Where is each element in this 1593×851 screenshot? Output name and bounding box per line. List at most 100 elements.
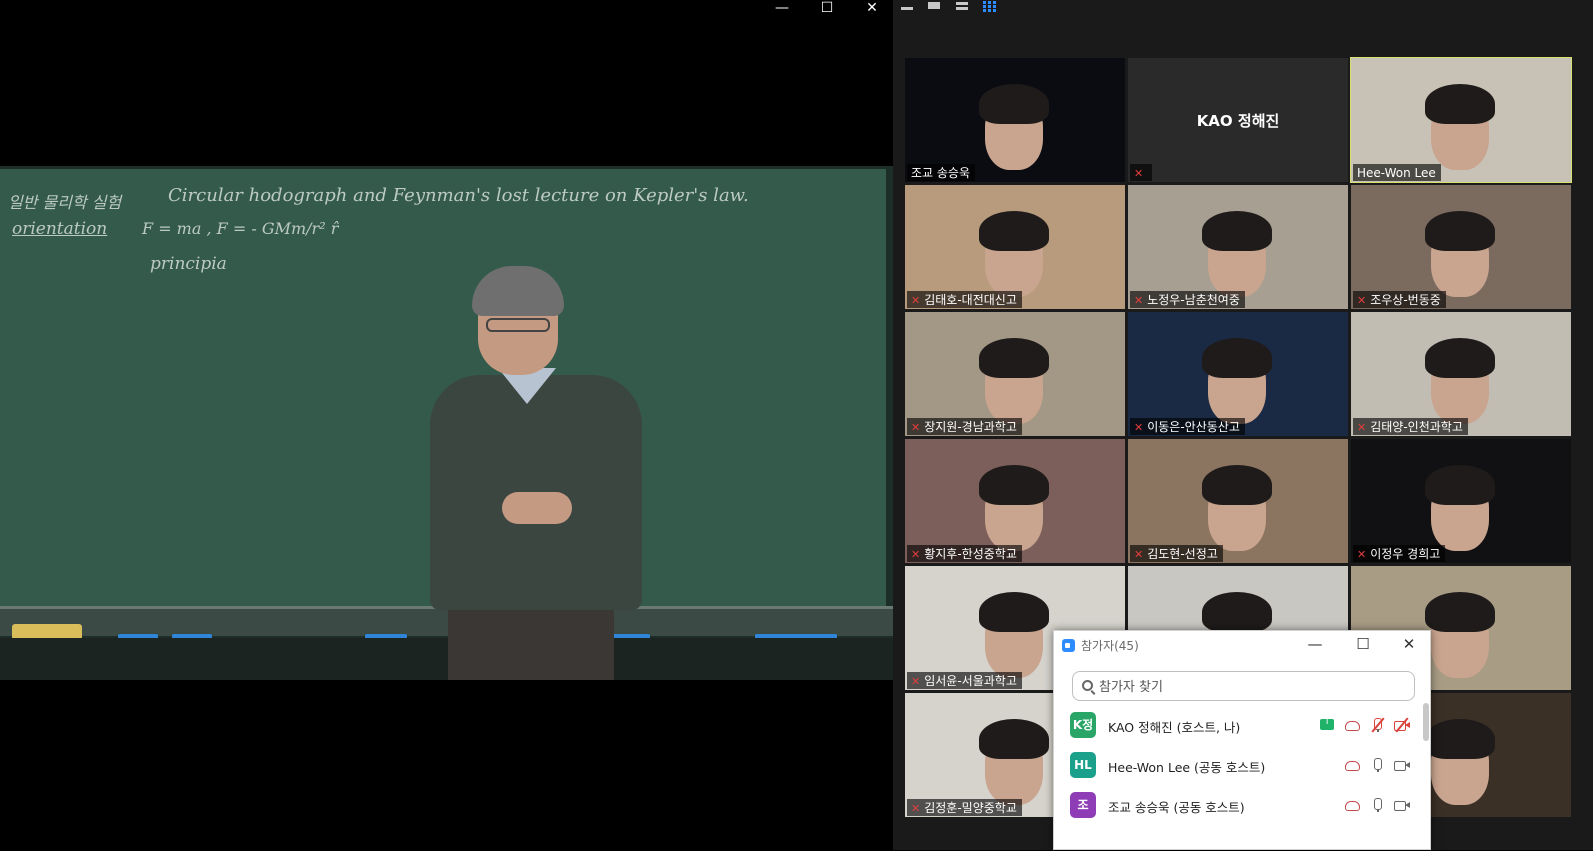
participant-search xyxy=(1072,671,1415,701)
camera-icon[interactable] xyxy=(1394,757,1410,773)
participant-hair xyxy=(979,84,1049,124)
chalk-course-title: 일반 물리학 실험 xyxy=(8,193,122,212)
participant-video-tile[interactable]: ✕ 노정우-남춘천여중 xyxy=(1128,185,1348,309)
zoom-logo-icon xyxy=(1062,639,1075,652)
panel-minimize-button[interactable]: — xyxy=(1304,634,1326,654)
tile-name-label: ✕ 이정우 경희고 xyxy=(1353,545,1446,562)
participant-hair xyxy=(979,211,1049,251)
participant-hair xyxy=(979,465,1049,505)
minimize-button[interactable]: — xyxy=(775,0,789,18)
minimize-icon: — xyxy=(1307,635,1323,653)
mic-icon[interactable] xyxy=(1370,757,1386,773)
maximize-button[interactable]: ☐ xyxy=(819,0,835,18)
participant-hair xyxy=(979,338,1049,378)
participant-video-tile[interactable]: KAO 정해진 ✕ xyxy=(1128,58,1348,182)
participant-row[interactable]: HL Hee-Won Lee (공동 호스트) xyxy=(1054,746,1424,786)
filmstrip-view-icon[interactable] xyxy=(926,1,942,13)
participant-search-input[interactable] xyxy=(1099,677,1399,697)
muted-mic-icon: ✕ xyxy=(911,548,921,561)
share-screen-icon[interactable] xyxy=(1320,716,1334,730)
tile-name-label: ✕ 임서윤-서울과학고 xyxy=(907,672,1022,689)
participant-hair xyxy=(1425,719,1495,759)
participant-video-tile[interactable]: ✕ 이동은-안산동산고 xyxy=(1128,312,1348,436)
tile-name-label: Hee-Won Lee xyxy=(1353,164,1441,181)
participant-name: Hee-Won Lee (공동 호스트) xyxy=(1108,760,1266,775)
participants-titlebar[interactable]: 참가자(45) — ☐ ✕ xyxy=(1054,631,1430,659)
tile-center-name: KAO 정해진 xyxy=(1196,111,1280,130)
mic-muted-icon[interactable] xyxy=(1370,717,1386,733)
mic-icon[interactable] xyxy=(1370,797,1386,813)
tile-name-label: ✕ 김정훈-밀양중학교 xyxy=(907,799,1022,816)
avatar: HL xyxy=(1070,752,1096,778)
participant-hair xyxy=(1425,84,1495,124)
participant-list: K정 KAO 정해진 (호스트, 나) HL Hee-Won Lee (공동 호스트)… xyxy=(1054,706,1424,851)
participant-hair xyxy=(1425,465,1495,505)
participant-video-tile[interactable]: ✕ 이정우 경희고 xyxy=(1351,439,1571,563)
participant-hair xyxy=(1425,338,1495,378)
participant-row[interactable]: K정 KAO 정해진 (호스트, 나) xyxy=(1054,706,1424,746)
close-icon: ✕ xyxy=(866,0,878,16)
muted-mic-icon: ✕ xyxy=(1134,294,1144,307)
chalk-orientation: orientation xyxy=(12,219,108,239)
participant-video-tile[interactable]: ✕ 황지후-한성중학교 xyxy=(905,439,1125,563)
tile-name-label: ✕ 이동은-안산동산고 xyxy=(1130,418,1245,435)
participant-video-tile[interactable]: 조교 송승욱 xyxy=(905,58,1125,182)
participant-video-tile[interactable]: ✕ 김태호-대전대신고 xyxy=(905,185,1125,309)
participants-title: 참가자(45) xyxy=(1081,639,1139,653)
panel-maximize-button[interactable]: ☐ xyxy=(1352,634,1374,654)
lecturer-legs xyxy=(448,600,614,680)
participant-video-tile[interactable]: Hee-Won Lee xyxy=(1350,57,1572,183)
minimize-icon: — xyxy=(775,0,789,16)
grid-view-icon[interactable] xyxy=(982,1,998,13)
cloud-record-icon[interactable] xyxy=(1344,797,1360,813)
tile-name-label: ✕ 조우상-번동중 xyxy=(1353,291,1446,308)
muted-mic-icon: ✕ xyxy=(911,802,921,815)
close-icon: ✕ xyxy=(1402,635,1416,653)
search-icon xyxy=(1082,680,1093,691)
tile-name-text: 김태호-대전대신고 xyxy=(924,293,1017,307)
participant-video-tile[interactable]: ✕ 김태양-인천과학고 xyxy=(1351,312,1571,436)
participant-hair xyxy=(1202,465,1272,505)
participant-video-tile[interactable]: ✕ 장지원-경남과학고 xyxy=(905,312,1125,436)
tile-name-text: 황지후-한성중학교 xyxy=(924,547,1017,561)
muted-mic-icon: ✕ xyxy=(1357,421,1367,434)
muted-mic-icon: ✕ xyxy=(1357,294,1367,307)
camera-off-icon[interactable] xyxy=(1394,717,1410,733)
tile-name-text: 조교 송승욱 xyxy=(911,166,971,180)
panel-close-button[interactable]: ✕ xyxy=(1398,634,1420,654)
cloud-record-icon[interactable] xyxy=(1344,717,1360,733)
view-toolbar xyxy=(893,0,1013,16)
muted-mic-icon: ✕ xyxy=(1357,548,1367,561)
participant-hair xyxy=(979,592,1049,632)
chalk-principia: principia xyxy=(150,254,227,274)
cloud-record-icon[interactable] xyxy=(1344,757,1360,773)
camera-icon[interactable] xyxy=(1394,797,1410,813)
muted-mic-icon: ✕ xyxy=(1134,167,1144,180)
participant-video-tile[interactable]: ✕ 조우상-번동중 xyxy=(1351,185,1571,309)
participant-hair xyxy=(1202,211,1272,251)
participants-panel: 참가자(45) — ☐ ✕ K정 KAO 정해진 (호스트, 나) HL Hee-Wo… xyxy=(1053,630,1431,850)
participant-hair xyxy=(1202,338,1272,378)
participant-hair xyxy=(979,719,1049,759)
tile-name-text: 이정우 경희고 xyxy=(1370,547,1441,561)
tile-name-label: ✕ 김도현-선정고 xyxy=(1130,545,1223,562)
muted-mic-icon: ✕ xyxy=(911,421,921,434)
tile-name-label: ✕ 김태양-인천과학고 xyxy=(1353,418,1468,435)
participant-row[interactable]: 조 조교 송승욱 (공동 호스트) xyxy=(1054,786,1424,826)
chalk-formula: F = ma , F = - GMm/r² r̂ xyxy=(142,219,339,238)
participant-video-tile[interactable]: ✕ 김도현-선정고 xyxy=(1128,439,1348,563)
lecturer-hair xyxy=(472,266,564,316)
lecturer xyxy=(420,266,650,680)
lecture-video-frame: 일반 물리학 실험 Circular hodograph and Feynman… xyxy=(0,166,893,680)
participant-list-scrollbar[interactable] xyxy=(1423,703,1429,741)
close-button[interactable]: ✕ xyxy=(862,0,882,18)
speaker-view-icon[interactable] xyxy=(899,1,915,13)
tile-name-text: 이동은-안산동산고 xyxy=(1147,420,1240,434)
tile-name-text: 김태양-인천과학고 xyxy=(1370,420,1463,434)
participant-hair xyxy=(1425,211,1495,251)
participant-name: 조교 송승욱 (공동 호스트) xyxy=(1108,800,1245,815)
stacked-view-icon[interactable] xyxy=(954,1,970,13)
avatar: 조 xyxy=(1070,792,1096,818)
tile-name-text: 김정훈-밀양중학교 xyxy=(924,801,1017,815)
tile-name-label: ✕ xyxy=(1130,164,1153,181)
